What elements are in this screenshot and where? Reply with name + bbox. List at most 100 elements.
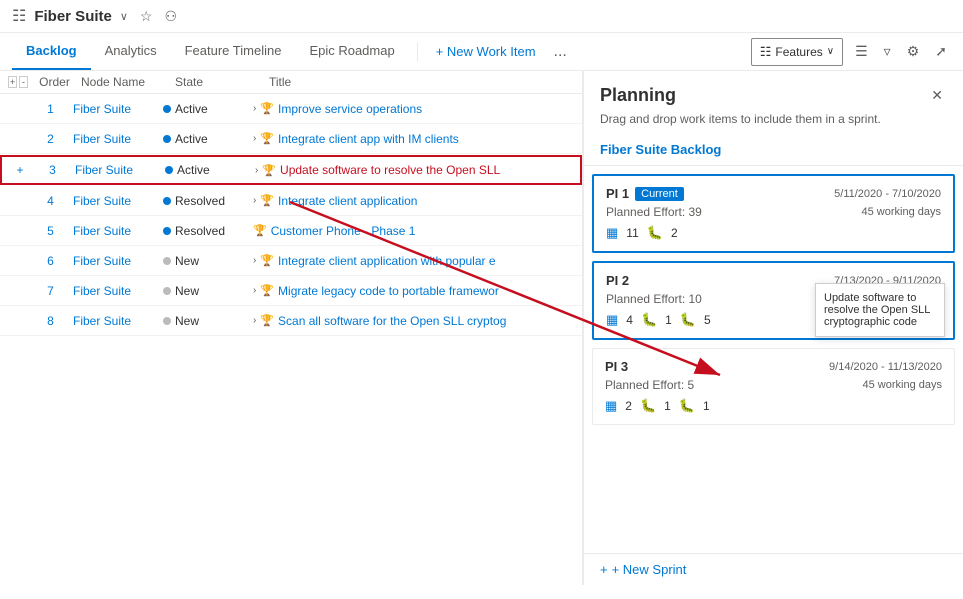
row-state: Resolved: [163, 194, 253, 208]
tab-backlog[interactable]: Backlog: [12, 33, 91, 70]
row-order: 8: [28, 314, 73, 328]
sprint-stories-icon-pi3: ▦: [605, 398, 617, 414]
sprint-bug-icon-pi2: 🐛: [641, 312, 657, 328]
sprint-items-pi3: ▦ 2 🐛 1 🐛 1: [605, 398, 942, 414]
features-button[interactable]: ☷ Features ∨: [751, 38, 843, 66]
new-sprint-button[interactable]: + + New Sprint: [584, 553, 963, 585]
row-order: 7: [28, 284, 73, 298]
row-node: Fiber Suite: [73, 224, 163, 238]
planning-header: Planning ✕ Drag and drop work items to i…: [584, 71, 963, 134]
sprint-bug-count-pi3: 1: [664, 399, 671, 413]
features-chevron: ∨: [827, 46, 834, 57]
sprint-stories-icon-pi2: ▦: [606, 312, 618, 328]
filter-adjust-icon[interactable]: ☰: [851, 39, 872, 64]
col-header-state: State: [175, 75, 265, 89]
filter-icon[interactable]: ▿: [880, 39, 895, 64]
row-state: Active: [163, 102, 253, 116]
sprint-name-pi2: PI 2: [606, 273, 629, 288]
sprint-dates-pi3: 9/14/2020 - 11/13/2020: [829, 361, 942, 373]
sprint-bug-count-pi2: 1: [665, 313, 672, 327]
row-node: Fiber Suite: [73, 194, 163, 208]
sprint-stories-icon-pi1: ▦: [606, 225, 618, 241]
sprint-name-pi3: PI 3: [605, 359, 628, 374]
row-state: Active: [163, 132, 253, 146]
row-state: New: [163, 284, 253, 298]
sprint-card-pi3[interactable]: PI 3 9/14/2020 - 11/13/2020 Planned Effo…: [592, 348, 955, 425]
row-order: 4: [28, 194, 73, 208]
nav-more-button[interactable]: ...: [546, 37, 575, 67]
table-row[interactable]: 7 Fiber Suite New ›🏆Migrate legacy code …: [0, 276, 582, 306]
features-icon: ☷: [760, 44, 772, 60]
sprint-bug2-icon-pi2: 🐛: [680, 312, 696, 328]
table-row[interactable]: 5 Fiber Suite Resolved 🏆Customer Phone -…: [0, 216, 582, 246]
sprint-workdays-pi1: 45 working days: [862, 206, 942, 218]
row-title: ›🏆Improve service operations: [253, 102, 574, 116]
app-star[interactable]: ☆: [140, 8, 153, 25]
sprint-effort-pi1: Planned Effort: 39: [606, 205, 702, 219]
row-title: ›🏆Integrate client application: [253, 194, 574, 208]
main-content: + - Order Node Name State Title 1 Fiber …: [0, 71, 963, 585]
row-node: Fiber Suite: [73, 132, 163, 146]
app-title: Fiber Suite: [34, 8, 112, 25]
row-order: 3: [30, 163, 75, 177]
sprint-stories-count-pi3: 2: [625, 399, 632, 413]
row-node: Fiber Suite: [73, 314, 163, 328]
planning-title: Planning: [600, 85, 676, 106]
tab-feature-timeline[interactable]: Feature Timeline: [171, 33, 296, 70]
app-chevron[interactable]: ∨: [120, 10, 128, 23]
app-person[interactable]: ⚇: [164, 8, 177, 25]
sprint-header-pi1: PI 1 Current 5/11/2020 - 7/10/2020: [606, 186, 941, 201]
table-row[interactable]: 1 Fiber Suite Active ›🏆Improve service o…: [0, 94, 582, 124]
table-row[interactable]: 8 Fiber Suite New ›🏆Scan all software fo…: [0, 306, 582, 336]
sprint-name-pi1: PI 1: [606, 186, 629, 201]
row-state: Resolved: [163, 224, 253, 238]
sprint-bug2-count-pi2: 5: [704, 313, 711, 327]
sprint-header-pi3: PI 3 9/14/2020 - 11/13/2020: [605, 359, 942, 374]
sprint-card-pi2[interactable]: PI 2 7/13/2020 - 9/11/2020 Planned Effor…: [592, 261, 955, 340]
row-node: Fiber Suite: [73, 254, 163, 268]
top-bar: ☷ Fiber Suite ∨ ☆ ⚇: [0, 0, 963, 33]
row-order: 2: [28, 132, 73, 146]
sprint-bug-count-pi1: 2: [671, 226, 678, 240]
nav-right: ☷ Features ∨ ☰ ▿ ⚙ ➚: [751, 38, 951, 66]
grid-icon: ☷: [12, 6, 26, 26]
row-title: ›🏆Integrate client application with popu…: [253, 254, 574, 268]
row-node: Fiber Suite: [73, 284, 163, 298]
row-node: Fiber Suite: [73, 102, 163, 116]
planning-panel: Planning ✕ Drag and drop work items to i…: [583, 71, 963, 585]
table-row[interactable]: 2 Fiber Suite Active ›🏆Integrate client …: [0, 124, 582, 154]
col-header-node: Node Name: [81, 75, 171, 89]
sprint-workdays-pi3: 45 working days: [863, 379, 943, 391]
table-row[interactable]: 4 Fiber Suite Resolved ›🏆Integrate clien…: [0, 186, 582, 216]
expand-icon[interactable]: ➚: [931, 39, 951, 64]
row-state: Active: [165, 163, 255, 177]
row-order: 6: [28, 254, 73, 268]
row-title: ›🏆Scan all software for the Open SLL cry…: [253, 314, 574, 328]
row-state: New: [163, 314, 253, 328]
collapse-all-icon[interactable]: -: [19, 76, 28, 88]
table-row-highlighted[interactable]: + 3 Fiber Suite Active ›🏆Update software…: [0, 155, 582, 185]
planning-backlog-title: Fiber Suite Backlog: [584, 134, 963, 166]
row-node: Fiber Suite: [75, 163, 165, 177]
sprint-pi2-tooltip: Update software to resolve the Open SLL …: [815, 283, 945, 337]
backlog-header: + - Order Node Name State Title: [0, 71, 582, 94]
tab-epic-roadmap[interactable]: Epic Roadmap: [295, 33, 408, 70]
table-row[interactable]: 6 Fiber Suite New ›🏆Integrate client app…: [0, 246, 582, 276]
settings-icon[interactable]: ⚙: [903, 39, 924, 64]
sprint-effort-pi3: Planned Effort: 5: [605, 378, 694, 392]
sprint-effort-row-pi3: Planned Effort: 5 45 working days: [605, 378, 942, 392]
new-work-item-button[interactable]: + New Work Item: [426, 38, 546, 65]
sprint-bug2-count-pi3: 1: [703, 399, 710, 413]
backlog-panel: + - Order Node Name State Title 1 Fiber …: [0, 71, 583, 585]
planning-close-button[interactable]: ✕: [927, 83, 947, 108]
tab-analytics[interactable]: Analytics: [91, 33, 171, 70]
planning-header-row: Planning ✕: [600, 83, 947, 108]
sprint-current-badge: Current: [635, 187, 684, 201]
row-title: ›🏆Migrate legacy code to portable framew…: [253, 284, 574, 298]
col-header-order: Order: [32, 75, 77, 89]
row-state: New: [163, 254, 253, 268]
sprint-stories-count-pi2: 4: [626, 313, 633, 327]
expand-all-icon[interactable]: +: [8, 76, 17, 88]
sprint-card-pi1[interactable]: PI 1 Current 5/11/2020 - 7/10/2020 Plann…: [592, 174, 955, 253]
sprint-dates-pi1: 5/11/2020 - 7/10/2020: [834, 188, 941, 200]
